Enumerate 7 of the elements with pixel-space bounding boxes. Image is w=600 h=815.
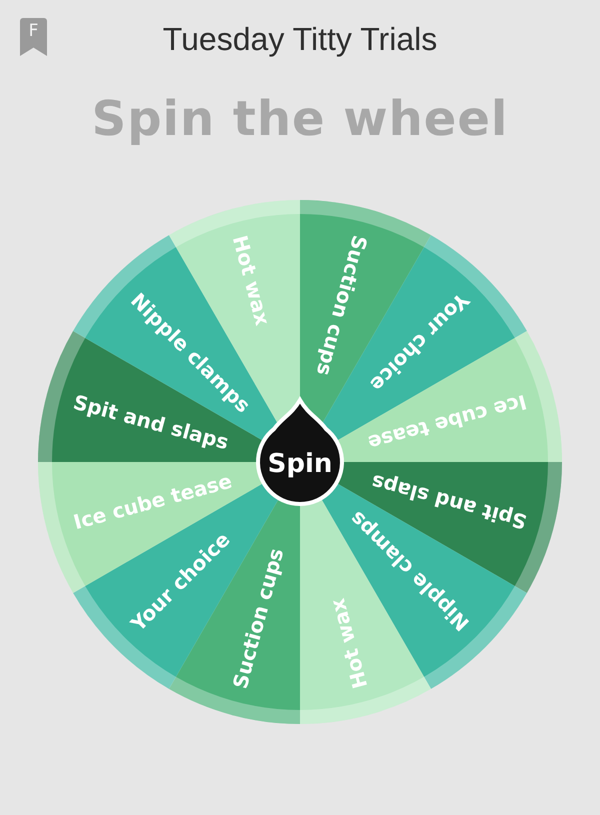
heading: Spin the wheel xyxy=(90,90,510,149)
app-title: Tuesday Titty Trials xyxy=(162,20,438,58)
segment-label: Hot wax xyxy=(325,596,372,692)
segment-label: Ice cube tease xyxy=(70,468,234,534)
spin-button[interactable]: Spin xyxy=(256,398,344,506)
segment-label: Hot wax xyxy=(228,232,275,328)
segment-label: Ice cube tease xyxy=(366,390,530,456)
